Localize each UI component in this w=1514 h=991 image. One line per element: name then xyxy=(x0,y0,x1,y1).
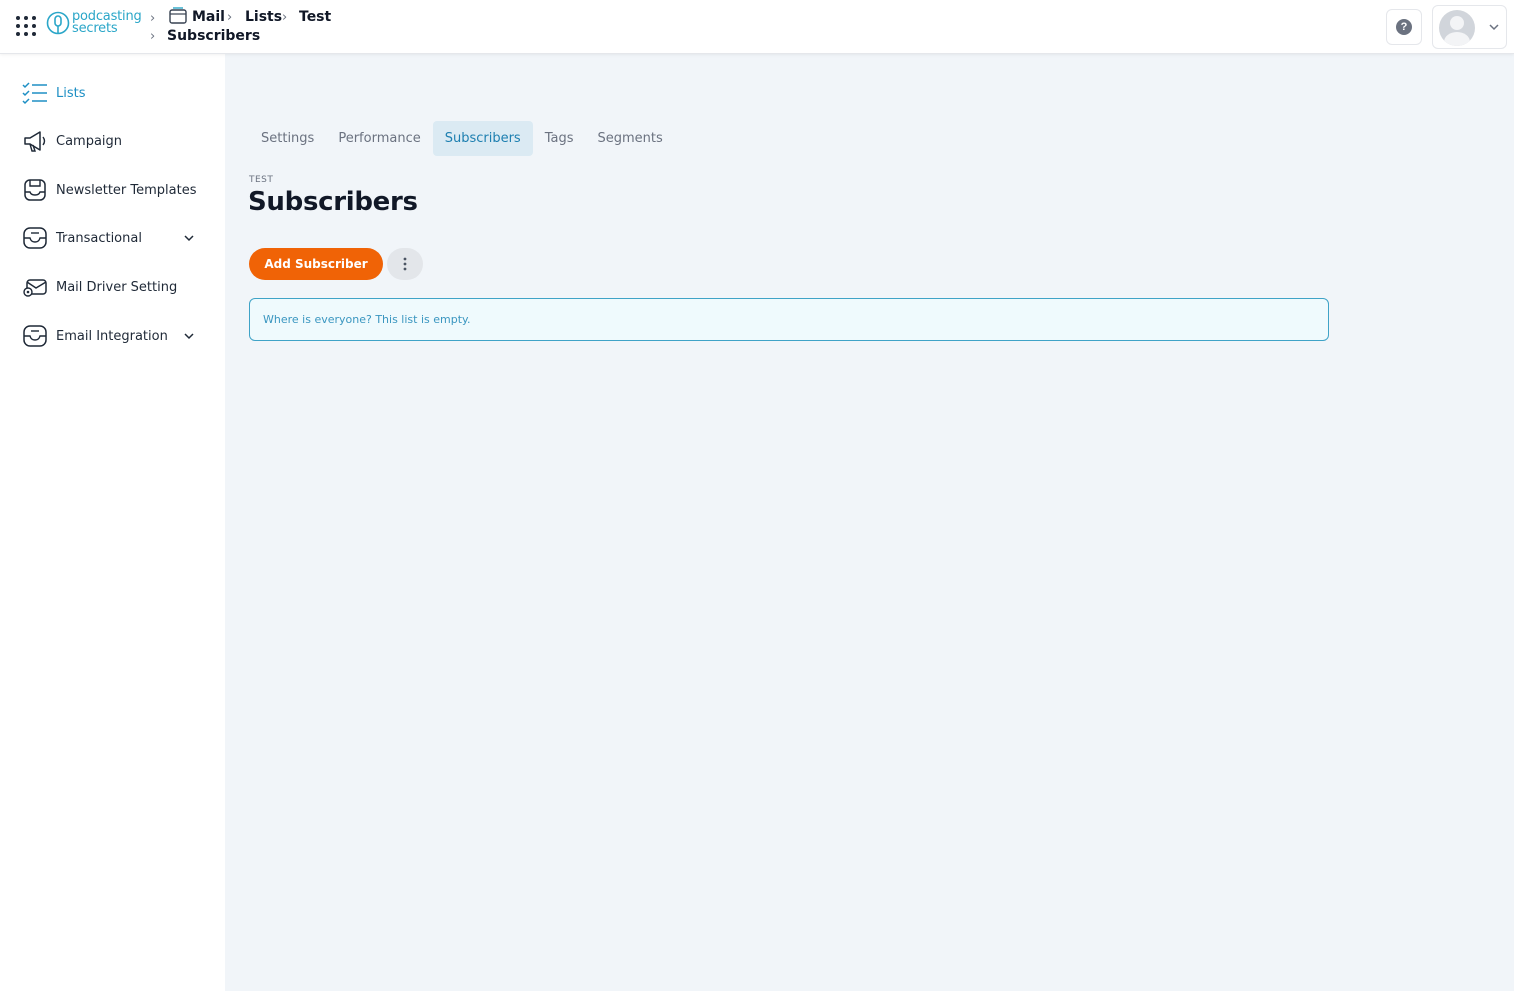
mail-settings-icon xyxy=(22,274,48,300)
sidebar-item-label: Mail Driver Setting xyxy=(56,279,178,295)
sidebar-item-label: Lists xyxy=(56,85,86,101)
sidebar-item-campaign[interactable]: Campaign xyxy=(0,121,225,161)
tab-bar: Settings Performance Subscribers Tags Se… xyxy=(249,121,675,156)
more-options-button[interactable] xyxy=(387,248,423,280)
tab-subscribers[interactable]: Subscribers xyxy=(432,121,533,156)
sidebar-item-email-integration[interactable]: Email Integration xyxy=(0,316,225,356)
sidebar-item-newsletter-templates[interactable]: Newsletter Templates xyxy=(0,170,225,210)
avatar xyxy=(1439,10,1475,46)
help-icon: ? xyxy=(1396,19,1412,35)
chevron-down-icon[interactable] xyxy=(182,231,196,245)
app-logo[interactable]: podcasting secrets xyxy=(46,8,146,40)
add-subscriber-button[interactable]: Add Subscriber xyxy=(249,248,383,280)
breadcrumb-subscribers: Subscribers xyxy=(167,28,261,44)
help-button[interactable]: ? xyxy=(1386,9,1422,45)
breadcrumb-mail[interactable]: Mail xyxy=(192,9,225,25)
apps-grid-icon[interactable] xyxy=(14,14,38,38)
tab-performance[interactable]: Performance xyxy=(326,121,432,156)
breadcrumb-lists[interactable]: Lists xyxy=(245,9,282,25)
chevron-right-icon: › xyxy=(282,10,288,25)
tab-settings[interactable]: Settings xyxy=(249,121,326,156)
empty-list-alert: Where is everyone? This list is empty. xyxy=(249,298,1329,341)
logo-text-bottom: secrets xyxy=(72,21,118,36)
page-title: Subscribers xyxy=(248,187,418,217)
top-bar: podcasting secrets › Mail › Lists › Test… xyxy=(0,0,1514,54)
chevron-right-icon: › xyxy=(227,10,233,25)
sidebar-item-label: Newsletter Templates xyxy=(56,182,197,198)
inbox-icon xyxy=(22,225,48,251)
chevron-right-icon: › xyxy=(150,29,156,44)
sidebar-item-label: Transactional xyxy=(56,230,142,246)
sidebar-item-mail-driver-setting[interactable]: Mail Driver Setting xyxy=(0,267,225,307)
inbox-icon xyxy=(22,323,48,349)
sidebar-item-label: Campaign xyxy=(56,133,123,149)
template-icon xyxy=(22,177,48,203)
breadcrumb-test[interactable]: Test xyxy=(299,9,331,25)
mail-app-icon xyxy=(169,7,187,24)
megaphone-icon xyxy=(22,128,48,154)
user-menu-button[interactable] xyxy=(1432,5,1507,49)
sidebar-item-transactional[interactable]: Transactional xyxy=(0,218,225,258)
list-check-icon xyxy=(22,80,48,106)
page-overline: TEST xyxy=(249,175,274,185)
chevron-down-icon xyxy=(1489,24,1499,31)
chevron-right-icon: › xyxy=(150,11,156,26)
sidebar-item-label: Email Integration xyxy=(56,328,168,344)
tab-segments[interactable]: Segments xyxy=(586,121,675,156)
sidebar: Lists Campaign Newsletter Templates Tran… xyxy=(0,54,225,991)
tab-tags[interactable]: Tags xyxy=(533,121,586,156)
logo-mic-icon xyxy=(46,11,70,35)
empty-list-message: Where is everyone? This list is empty. xyxy=(263,313,471,326)
vertical-dots-icon xyxy=(403,257,407,271)
sidebar-item-lists[interactable]: Lists xyxy=(0,73,225,113)
chevron-down-icon[interactable] xyxy=(182,329,196,343)
